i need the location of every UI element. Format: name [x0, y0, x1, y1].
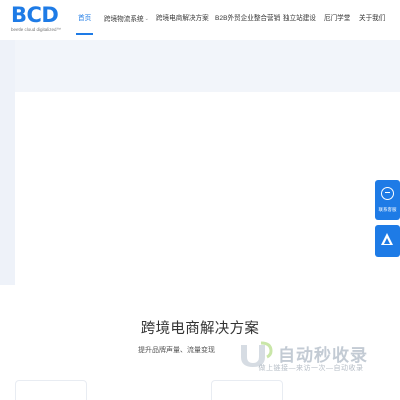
watermark-subtitle: 做上链接—来访一次—自动收录: [258, 365, 364, 372]
site-header: BCD beetle cloud digitalized™ 首页 跨境物流系统⌄…: [0, 0, 400, 40]
nav-item-academy[interactable]: 厄门学堂: [324, 14, 350, 24]
solution-card[interactable]: [211, 380, 283, 400]
customer-service-label: 联系客服: [378, 207, 397, 212]
nav-item-about-us[interactable]: 关于我们: [359, 14, 385, 24]
customer-service-button[interactable]: 联系客服: [375, 180, 400, 220]
section-subtitle: 提升品牌声量、流量变现: [138, 347, 215, 354]
arrow-up-icon-inner: [384, 238, 390, 244]
nav-item-label: 跨境物流系统: [104, 15, 144, 23]
solution-card[interactable]: [15, 380, 87, 400]
nav-item-b2b-marketing[interactable]: B2B外贸企业整合营销: [215, 14, 280, 24]
nav-active-indicator: [76, 33, 93, 35]
section-title: 跨境电商解决方案: [140, 321, 260, 337]
chevron-down-icon: ⌄: [144, 16, 149, 22]
hero-top-band: [15, 40, 400, 92]
hero-banner: [0, 40, 400, 285]
back-to-top-button[interactable]: [375, 225, 400, 257]
main-nav: 首页 跨境物流系统⌄ 跨境电商解决方案 B2B外贸企业整合营销 独立站建设 厄门…: [0, 0, 400, 40]
chat-icon: [381, 187, 394, 200]
watermark-badge: 自动秒收录 做上链接—来访一次—自动收录: [236, 336, 386, 376]
hero-side-strip: [0, 40, 15, 285]
nav-item-site-building[interactable]: 独立站建设: [283, 14, 316, 24]
nav-item-home[interactable]: 首页: [78, 14, 91, 24]
nav-item-logistics-system[interactable]: 跨境物流系统⌄: [104, 14, 149, 25]
nav-item-ecommerce-solutions[interactable]: 跨境电商解决方案: [156, 14, 209, 24]
